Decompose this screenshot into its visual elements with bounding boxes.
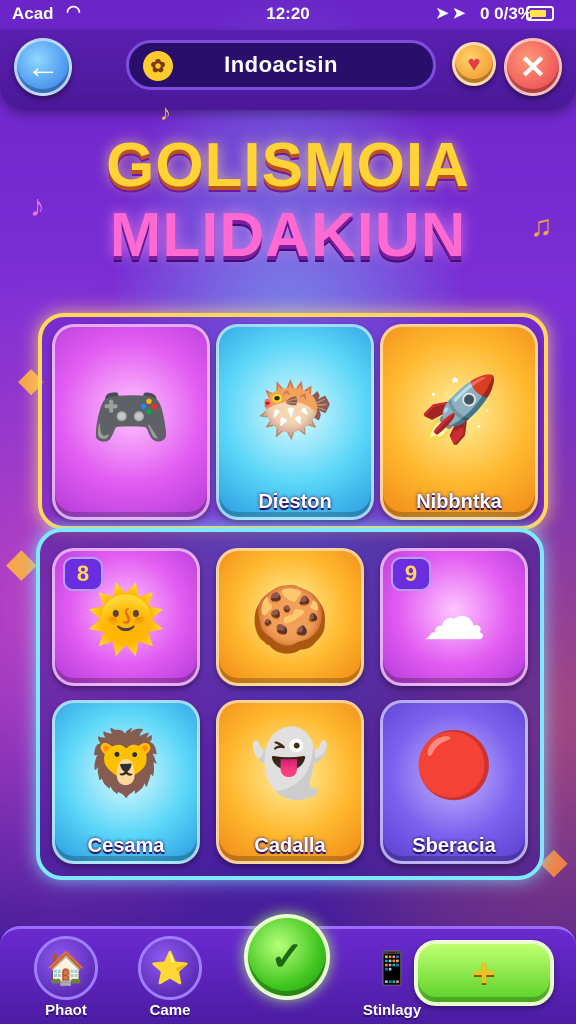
grid-tile-1[interactable]: 8 🌞 bbox=[52, 548, 200, 686]
add-button[interactable]: + bbox=[414, 940, 554, 1006]
rocket-icon: 🚀 bbox=[419, 373, 499, 445]
featured-tile-1[interactable]: 🎮 bbox=[52, 324, 210, 520]
music-note-icon: ♪ bbox=[160, 100, 171, 125]
cloud-character-icon: ☁ bbox=[422, 581, 486, 653]
gem-icon: ◆ bbox=[540, 840, 568, 881]
grid-tile-3[interactable]: 9 ☁ bbox=[380, 548, 528, 686]
arrow-left-icon: ← bbox=[26, 47, 60, 86]
tile-label: Sberacia bbox=[412, 835, 496, 857]
header-title: Indoacisin bbox=[224, 52, 338, 77]
lion-character-icon: 🦁 bbox=[86, 727, 166, 799]
nav-item-game[interactable]: ⭐ Came bbox=[130, 936, 210, 1019]
battery-icon bbox=[526, 6, 554, 21]
home-icon: 🏠 bbox=[34, 936, 98, 1000]
status-bar: Acad ◠ 12:20 ➤ ➤ 0 0/3% bbox=[0, 0, 576, 30]
battery-percent: 0 0/3% bbox=[480, 4, 533, 23]
tile-label: Dieston bbox=[258, 491, 332, 513]
key-icon: ✿ bbox=[143, 51, 173, 81]
top-bar: ← ✿ Indoacisin ♥ ✕ bbox=[0, 30, 576, 110]
cookie-character-icon: 🍪 bbox=[250, 583, 330, 655]
grid-tile-4[interactable]: 🦁 Cesama bbox=[52, 700, 200, 864]
play-button[interactable]: ✓ bbox=[244, 914, 330, 1000]
game-controller-icon: 🎮 bbox=[91, 381, 171, 453]
grid-tile-6[interactable]: 🔴 Sberacia bbox=[380, 700, 528, 864]
gem-icon: ◆ bbox=[6, 541, 37, 585]
game-logo-line-2: MLIDAKIUN bbox=[109, 201, 467, 270]
ball-icon: 🔴 bbox=[414, 729, 494, 801]
nav-label: Stinlagy bbox=[362, 1002, 422, 1019]
ghost-character-icon: 👻 bbox=[250, 727, 330, 799]
grid-tile-2[interactable]: 🍪 bbox=[216, 548, 364, 686]
featured-tile-2[interactable]: 🐡 Dieston bbox=[216, 324, 374, 520]
fish-creature-icon: 🐡 bbox=[255, 373, 335, 445]
featured-tile-3[interactable]: 🚀 Nibbntka bbox=[380, 324, 538, 520]
tile-label: Cesama bbox=[87, 835, 165, 857]
plus-icon: + bbox=[472, 950, 496, 995]
game-logo-line-1: GOLISMOIA bbox=[106, 131, 470, 200]
sun-character-icon: 🌞 bbox=[86, 583, 166, 655]
star-wand-icon: ⭐ bbox=[138, 936, 202, 1000]
favorite-button[interactable]: ♥ bbox=[452, 42, 496, 86]
tile-label: Cadalla bbox=[254, 835, 326, 857]
leaf-check-icon: ✓ bbox=[270, 935, 304, 979]
close-button[interactable]: ✕ bbox=[504, 38, 562, 96]
close-icon: ✕ bbox=[519, 49, 547, 85]
back-button[interactable]: ← bbox=[14, 38, 72, 96]
grid-tile-5[interactable]: 👻 Cadalla bbox=[216, 700, 364, 864]
heart-icon: ♥ bbox=[467, 51, 481, 76]
location-icon: ➤ ➤ bbox=[436, 5, 466, 22]
title-pill: ✿ Indoacisin bbox=[126, 40, 436, 90]
tile-label: Nibbntka bbox=[416, 491, 502, 513]
nav-item-home[interactable]: 🏠 Phaot bbox=[26, 936, 106, 1019]
nav-label: Phaot bbox=[45, 1002, 87, 1019]
nav-label: Came bbox=[149, 1002, 191, 1019]
